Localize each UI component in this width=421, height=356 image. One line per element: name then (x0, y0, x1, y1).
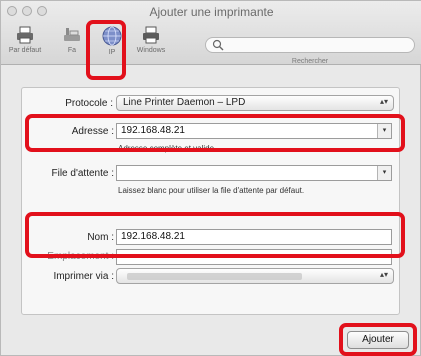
protocol-select[interactable]: Line Printer Daemon – LPD ▴▾ (116, 95, 394, 111)
select-arrows-icon: ▴▾ (379, 97, 388, 106)
search-field[interactable] (205, 37, 415, 53)
search-label: Rechercher (291, 58, 329, 65)
highlight-name-field (25, 212, 405, 258)
queue-input[interactable]: ▾ (116, 165, 392, 181)
protocol-label: Protocole : (65, 98, 113, 109)
highlight-add-button (339, 323, 417, 356)
select-arrows-icon: ▴▾ (379, 270, 388, 279)
toolbar-fax-label: Fa (67, 47, 77, 54)
protocol-value: Line Printer Daemon – LPD (123, 97, 246, 108)
print-via-blurred-value (127, 273, 302, 280)
window-title: Ajouter une imprimante (149, 5, 274, 19)
print-via-label: Imprimer via : (53, 271, 114, 282)
toolbar-windows-button[interactable]: Windows (133, 25, 169, 65)
add-printer-window: Ajouter une imprimante Par défaut Fa IP … (0, 0, 421, 356)
highlight-ip-tab (86, 20, 126, 80)
printer-default-icon (17, 26, 33, 44)
print-via-select[interactable]: ▴▾ (116, 268, 394, 284)
window-toolbar: Ajouter une imprimante Par défaut Fa IP … (1, 1, 421, 65)
windows-printer-icon (143, 26, 159, 44)
toolbar-default-label: Par défaut (8, 47, 42, 54)
queue-label: File d'attente : (51, 168, 115, 179)
highlight-address-field (25, 114, 405, 152)
toolbar-default-button[interactable]: Par défaut (7, 25, 43, 65)
queue-dropdown-button[interactable]: ▾ (377, 166, 391, 180)
toolbar-windows-label: Windows (136, 47, 166, 54)
search-icon (212, 39, 224, 51)
toolbar-fax-button[interactable]: Fa (57, 25, 87, 65)
queue-hint: Laissez blanc pour utiliser la file d'at… (118, 186, 305, 195)
fax-icon (64, 28, 80, 41)
